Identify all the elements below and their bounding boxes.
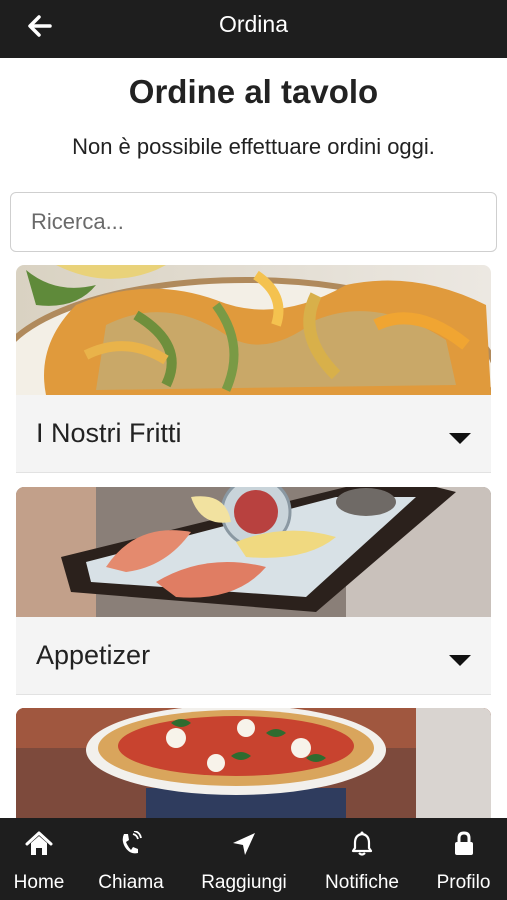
home-icon (25, 830, 53, 858)
fried-vegetables-photo (16, 265, 491, 395)
nav-label: Profilo (436, 872, 491, 893)
category-card-appetizer[interactable]: Appetizer (16, 487, 491, 695)
nav-item-raggiungi[interactable]: Raggiungi (184, 818, 304, 900)
caret-down-icon (449, 655, 471, 666)
caret-down-icon (449, 433, 471, 444)
category-label: I Nostri Fritti (36, 418, 182, 448)
category-label: Appetizer (36, 640, 151, 670)
category-card-pizza[interactable] (16, 708, 491, 818)
nav-label: Chiama (98, 872, 164, 893)
nav-label: Raggiungi (201, 872, 287, 893)
nav-label: Home (13, 872, 65, 893)
top-bar: Ordina (0, 0, 507, 58)
pizza-photo (16, 708, 491, 818)
page-title: Ordine al tavolo (128, 73, 379, 110)
nav-item-profilo[interactable]: Profilo (420, 818, 507, 900)
bottom-navigation: Home Chiama Raggiungi Notifiche Profilo (0, 818, 507, 900)
app-screen: Ordina Ordine al tavolo Non è possibile … (0, 0, 507, 900)
shrimp-platter-photo (16, 487, 491, 617)
nav-item-chiama[interactable]: Chiama (78, 818, 184, 900)
bell-icon (348, 830, 376, 858)
location-arrow-icon (230, 830, 258, 858)
category-card-fritti[interactable]: I Nostri Fritti (16, 265, 491, 473)
nav-label: Notifiche (325, 872, 399, 893)
ordering-unavailable-notice: Non è possibile effettuare ordini oggi. (72, 134, 435, 159)
lock-icon (450, 830, 478, 858)
phone-icon (117, 830, 145, 858)
nav-item-home[interactable]: Home (0, 818, 78, 900)
search-input[interactable] (10, 192, 497, 252)
nav-item-notifiche[interactable]: Notifiche (304, 818, 420, 900)
top-bar-title: Ordina (218, 11, 289, 37)
